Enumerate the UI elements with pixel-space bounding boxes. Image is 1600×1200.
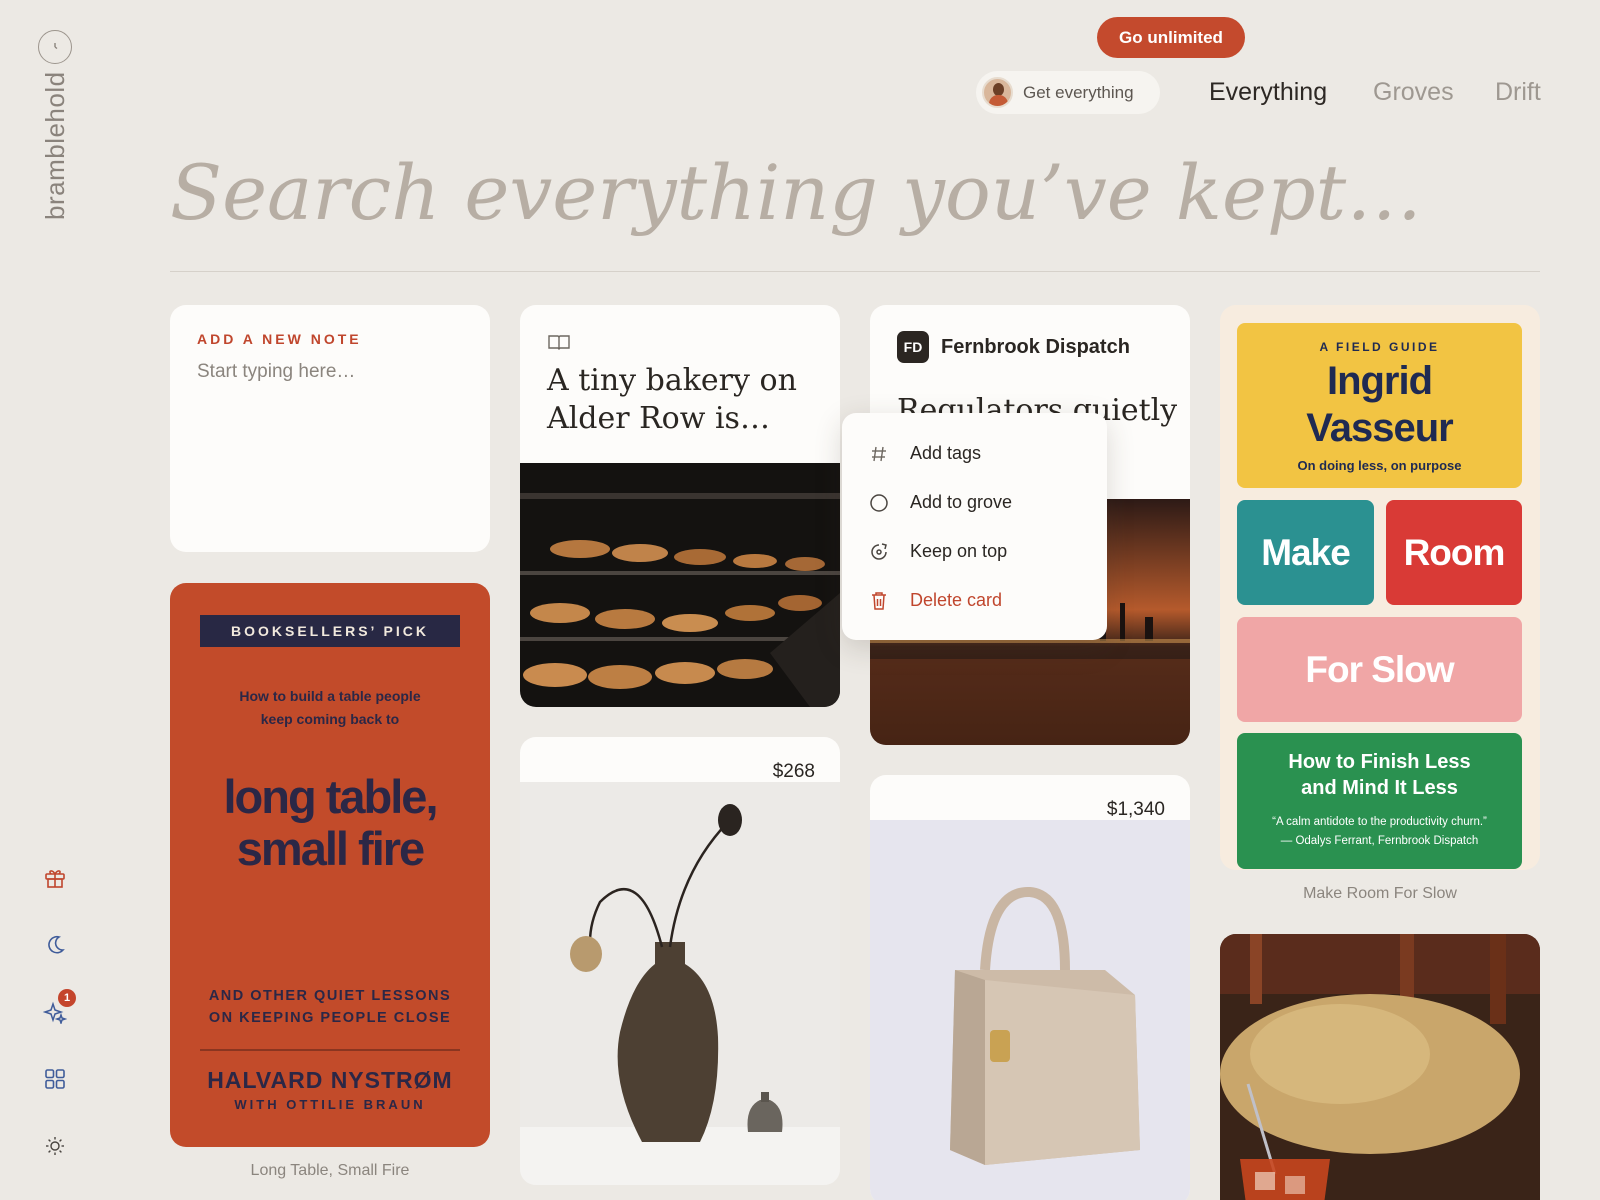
menu-item-add-tags[interactable]: Add tags [842,429,1107,478]
make-room-book-card[interactable]: A FIELD GUIDE Ingrid Vasseur On doing les… [1220,305,1540,870]
drink-photo-card[interactable] [1220,934,1540,1200]
vase-price: $268 [772,761,815,782]
menu-item-add-to-grove[interactable]: Add to grove [842,478,1107,527]
book-card[interactable]: BOOKSELLERS’ PICK How to build a table p… [170,583,490,1147]
search-input[interactable]: Search everything you’ve kept… [170,148,1540,237]
book-caption: Long Table, Small Fire [250,1162,410,1179]
trash-icon [868,590,890,612]
sidebar: bramblehold 1 [0,0,110,1200]
avatar [982,77,1013,108]
bakery-title: A tiny bakery on Alder Row is… [547,363,797,436]
for-slow-tile: For Slow [1237,617,1522,722]
bakery-photo [520,463,840,707]
field-guide-tile: A FIELD GUIDE Ingrid Vasseur On doing les… [1237,323,1522,488]
iced-drink-photo [1220,934,1540,1200]
get-everything-label: Get everything [1023,82,1134,102]
room-caption: Make Room For Slow [1303,885,1457,902]
handbag-product-card[interactable]: $1,340 [870,775,1190,1200]
moon-icon[interactable] [40,930,70,960]
hash-icon [868,443,890,465]
book-coauthor: WITH OTTILIE BRAUN [234,1097,426,1112]
book-subtitle: How to build a table people keep coming … [239,688,421,727]
search-divider [170,271,1540,272]
menu-item-label: Keep on top [910,541,1008,561]
menu-item-label: Delete card [910,590,1003,610]
brand-logo: bramblehold [40,71,70,220]
new-note-card[interactable]: ADD A NEW NOTE Start typing here… [170,305,490,552]
make-tile: Make [1237,500,1374,605]
room-tile: Room [1386,500,1522,605]
go-unlimited-button[interactable]: Go unlimited [1097,17,1245,58]
bag-price: $1,340 [1106,799,1165,820]
tab-everything[interactable]: Everything [1209,78,1327,107]
publisher-name: Fernbrook Dispatch [941,335,1130,358]
notification-badge: 1 [58,989,76,1007]
handbag-photo [870,820,1190,1200]
book-title: long table, small fire [223,770,439,875]
menu-item-delete-card[interactable]: Delete card [842,576,1107,625]
menu-item-keep-on-top[interactable]: Keep on top [842,527,1107,576]
book-open-icon [548,335,570,350]
vase-product-card[interactable]: $268 [520,737,840,1185]
tab-groves[interactable]: Groves [1373,78,1454,107]
gift-icon[interactable] [40,863,70,893]
menu-item-label: Add tags [910,443,982,463]
menu-item-label: Add to grove [910,492,1013,512]
circle-icon [868,492,890,514]
vase-photo [520,782,840,1185]
grid-icon[interactable] [40,1064,70,1094]
pin-icon [868,541,890,563]
sun-icon[interactable] [40,1131,70,1161]
book-divider [200,1049,460,1051]
book-author: HALVARD NYSTRØM [207,1067,453,1093]
book-banner: BOOKSELLERS’ PICK [200,615,460,647]
bakery-article-card[interactable]: A tiny bakery on Alder Row is… [520,305,840,707]
note-card-title: ADD A NEW NOTE [197,331,362,347]
tab-drift[interactable]: Drift [1495,78,1541,107]
card-context-menu: Add tags Add to grove Keep on top Delete… [842,413,1107,640]
finish-less-tile: How to Finish Less and Mind It Less “A ca… [1237,733,1522,869]
publisher-logo: FD [897,331,929,363]
book-lessons: AND OTHER QUIET LESSONS ON KEEPING PEOPL… [208,988,452,1026]
get-everything-button[interactable]: Get everything [976,71,1160,114]
note-input[interactable]: Start typing here… [197,361,463,383]
clock-icon[interactable] [38,30,72,64]
sparkle-icon[interactable]: 1 [40,989,76,1027]
